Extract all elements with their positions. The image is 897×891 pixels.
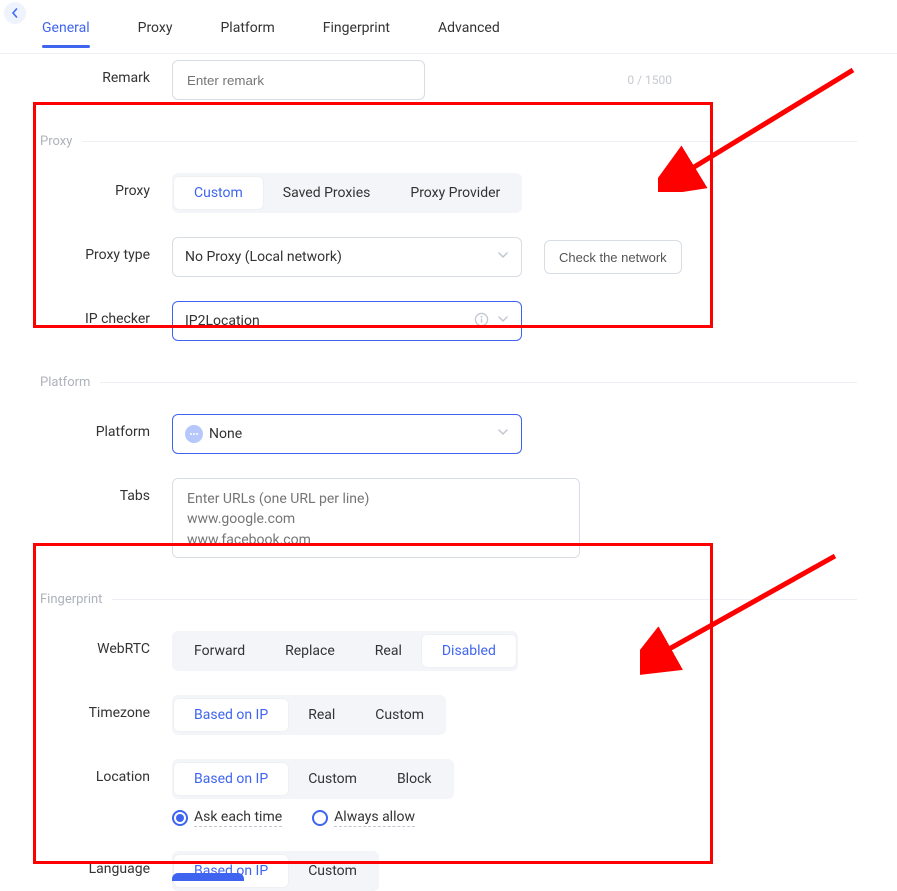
proxy-label: Proxy xyxy=(40,173,172,199)
location-segmented: Based on IP Custom Block xyxy=(172,759,454,799)
timezone-seg-custom[interactable]: Custom xyxy=(355,699,444,731)
tab-proxy[interactable]: Proxy xyxy=(138,0,173,36)
tab-advanced[interactable]: Advanced xyxy=(438,0,500,36)
timezone-seg-real[interactable]: Real xyxy=(288,699,355,731)
remark-input[interactable] xyxy=(172,60,425,100)
primary-button-partial[interactable] xyxy=(172,873,244,881)
tabs-textarea[interactable] xyxy=(172,478,580,558)
webrtc-segmented: Forward Replace Real Disabled xyxy=(172,631,518,671)
timezone-seg-ip[interactable]: Based on IP xyxy=(174,699,288,731)
proxy-section-divider: Proxy xyxy=(40,134,857,149)
ipchecker-label: IP checker xyxy=(40,301,172,327)
location-radio-always-label: Always allow xyxy=(334,809,415,827)
webrtc-seg-disabled[interactable]: Disabled xyxy=(422,635,516,667)
proxy-seg-saved[interactable]: Saved Proxies xyxy=(263,177,391,209)
platform-value: None xyxy=(209,426,242,442)
proxy-type-value: No Proxy (Local network) xyxy=(185,249,342,265)
proxy-seg-custom[interactable]: Custom xyxy=(174,177,263,209)
tabs-field-label: Tabs xyxy=(40,478,172,504)
tab-general[interactable]: General xyxy=(42,0,90,36)
language-segmented: Based on IP Custom xyxy=(172,851,379,891)
location-seg-block[interactable]: Block xyxy=(377,763,452,795)
language-label: Language xyxy=(40,851,172,877)
timezone-label: Timezone xyxy=(40,695,172,721)
chevron-down-icon xyxy=(497,313,509,329)
platform-section-title: Platform xyxy=(40,375,90,390)
tab-bar: General Proxy Platform Fingerprint Advan… xyxy=(0,0,897,54)
platform-select[interactable]: None xyxy=(172,414,522,454)
language-seg-custom[interactable]: Custom xyxy=(288,855,377,887)
remark-label: Remark xyxy=(40,60,172,86)
ipchecker-value: IP2Location xyxy=(185,313,260,329)
proxy-section-title: Proxy xyxy=(40,134,72,149)
tab-platform[interactable]: Platform xyxy=(220,0,274,36)
platform-none-icon xyxy=(185,425,203,443)
fingerprint-section-divider: Fingerprint xyxy=(40,592,857,607)
timezone-segmented: Based on IP Real Custom xyxy=(172,695,446,735)
webrtc-seg-replace[interactable]: Replace xyxy=(265,635,355,667)
proxy-type-label: Proxy type xyxy=(40,237,172,263)
platform-section-divider: Platform xyxy=(40,375,857,390)
platform-label: Platform xyxy=(40,414,172,440)
remark-counter: 0 / 1500 xyxy=(627,73,672,87)
check-network-button[interactable]: Check the network xyxy=(544,240,682,274)
location-seg-ip[interactable]: Based on IP xyxy=(174,763,288,795)
chevron-down-icon xyxy=(497,249,509,265)
info-icon xyxy=(474,312,489,331)
webrtc-seg-forward[interactable]: Forward xyxy=(174,635,265,667)
proxy-seg-provider[interactable]: Proxy Provider xyxy=(390,177,520,209)
language-seg-ip[interactable]: Based on IP xyxy=(174,855,288,887)
proxy-type-select[interactable]: No Proxy (Local network) xyxy=(172,237,522,277)
webrtc-label: WebRTC xyxy=(40,631,172,657)
location-seg-custom[interactable]: Custom xyxy=(288,763,377,795)
webrtc-seg-real[interactable]: Real xyxy=(355,635,422,667)
location-label: Location xyxy=(40,759,172,785)
fingerprint-section-title: Fingerprint xyxy=(40,592,102,607)
ipchecker-select[interactable]: IP2Location xyxy=(172,301,522,341)
chevron-down-icon xyxy=(497,426,509,442)
location-radio-ask[interactable]: Ask each time xyxy=(172,809,282,827)
location-radio-ask-label: Ask each time xyxy=(194,809,282,827)
proxy-segmented: Custom Saved Proxies Proxy Provider xyxy=(172,173,522,213)
location-radio-always[interactable]: Always allow xyxy=(312,809,415,827)
tab-fingerprint[interactable]: Fingerprint xyxy=(323,0,390,36)
